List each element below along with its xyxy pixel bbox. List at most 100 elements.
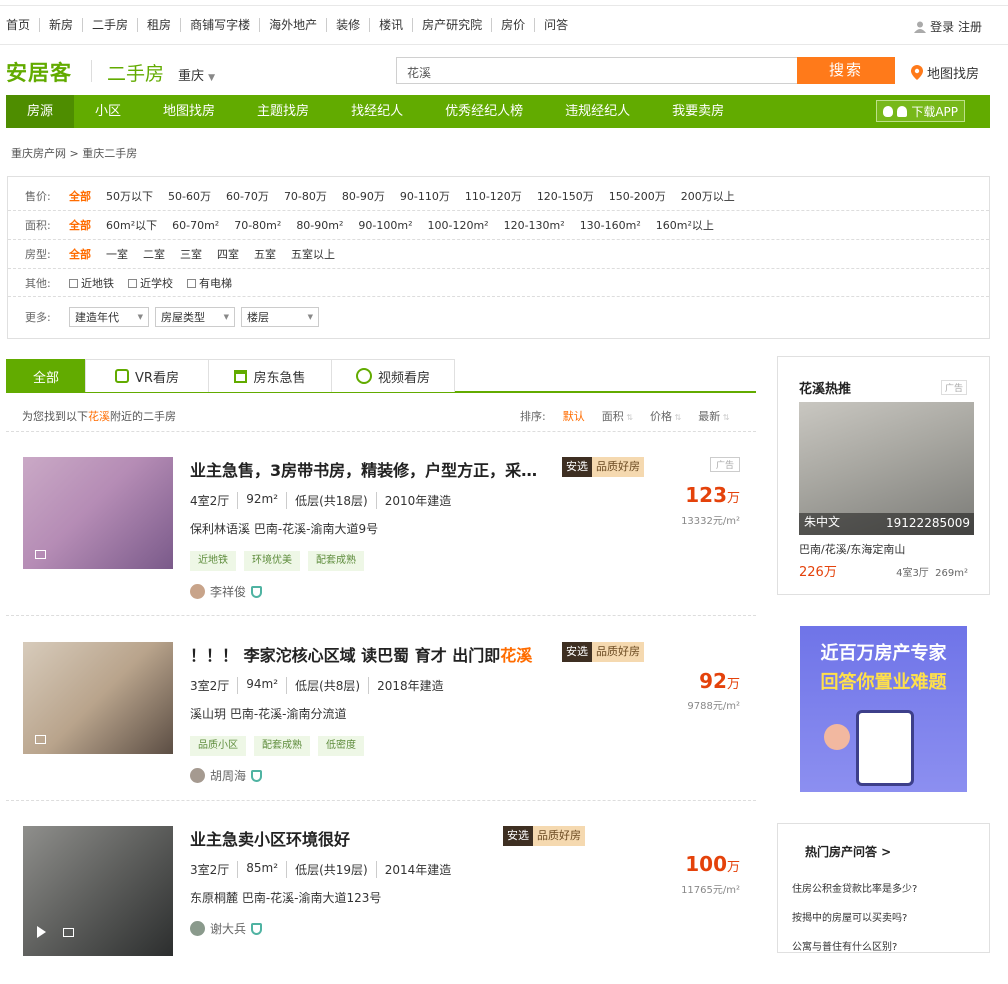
sort-default[interactable]: 默认 xyxy=(563,408,585,424)
tab-all[interactable]: 全部 xyxy=(6,359,86,392)
agent-info[interactable]: 李祥俊 xyxy=(190,583,263,600)
filter-option[interactable]: 150-200万 xyxy=(609,188,666,204)
listing-card[interactable]: ！！！ 李家沱核心区域 读巴蜀 育才 出门即花溪 安选 品质好房 3室2厅 94m… xyxy=(0,630,756,800)
topnav-qa[interactable]: 问答 xyxy=(534,18,577,32)
filter-option[interactable]: 三室 xyxy=(180,246,202,262)
city-selector[interactable]: 重庆 ▼ xyxy=(178,65,215,84)
topnav-research[interactable]: 房产研究院 xyxy=(412,18,491,32)
listing-photo[interactable] xyxy=(23,826,173,956)
topnav-overseas[interactable]: 海外地产 xyxy=(259,18,326,32)
checkbox-box xyxy=(69,278,78,288)
filter-option[interactable]: 80-90m² xyxy=(296,219,343,232)
tab-vr[interactable]: VR看房 xyxy=(85,359,209,392)
topnav-news[interactable]: 楼讯 xyxy=(369,18,412,32)
map-pin-icon xyxy=(911,65,923,80)
filter-option[interactable]: 110-120万 xyxy=(465,188,522,204)
filter-option[interactable]: 四室 xyxy=(217,246,239,262)
nav-agents[interactable]: 找经纪人 xyxy=(330,95,424,128)
filter-option[interactable]: 130-160m² xyxy=(580,219,641,232)
qa-item[interactable]: 住房公积金贷款比率是多少? xyxy=(792,880,917,895)
qa-item[interactable]: 公寓与普住有什么区别? xyxy=(792,938,897,953)
sort-newest[interactable]: 最新 ⇅ xyxy=(698,408,729,424)
topnav-decor[interactable]: 装修 xyxy=(326,18,369,32)
nav-map[interactable]: 地图找房 xyxy=(142,95,236,128)
sort-area[interactable]: 面积 ⇅ xyxy=(602,408,633,424)
search-button[interactable]: 搜索 xyxy=(797,57,895,84)
agent-info[interactable]: 胡周海 xyxy=(190,767,263,784)
filter-option[interactable]: 90-110万 xyxy=(400,188,450,204)
filter-other-label: 其他: xyxy=(25,277,51,290)
filter-option[interactable]: 全部 xyxy=(69,246,91,262)
sort-price[interactable]: 价格 ⇅ xyxy=(650,408,681,424)
search-input[interactable]: 花溪 xyxy=(396,57,798,84)
tab-urgent[interactable]: 房东急售 xyxy=(208,359,332,392)
listing-address[interactable]: 保利林语溪 巴南-花溪-渝南大道9号 xyxy=(190,520,378,537)
nav-themes[interactable]: 主题找房 xyxy=(236,95,330,128)
qa-title[interactable]: 热门房产问答 > xyxy=(805,843,891,860)
checkbox-box xyxy=(128,278,137,288)
hot-address[interactable]: 巴南/花溪/东海定南山 xyxy=(799,541,905,557)
select-house-type[interactable]: 房屋类型 ▼ xyxy=(155,307,235,327)
hot-agent-name: 朱中文 xyxy=(804,515,841,529)
filter-option[interactable]: 70-80m² xyxy=(234,219,281,232)
filter-option[interactable]: 一室 xyxy=(106,246,128,262)
filter-option[interactable]: 二室 xyxy=(143,246,165,262)
breadcrumb[interactable]: 重庆房产网 > 重庆二手房 xyxy=(11,145,137,161)
filter-option[interactable]: 60-70m² xyxy=(172,219,219,232)
filter-option[interactable]: 100-120m² xyxy=(428,219,489,232)
topnav-rent[interactable]: 租房 xyxy=(137,18,180,32)
nav-sell[interactable]: 我要卖房 xyxy=(651,95,745,128)
filter-option[interactable]: 120-150万 xyxy=(537,188,594,204)
site-logo[interactable]: 安居客 xyxy=(6,57,72,87)
filter-option[interactable]: 五室 xyxy=(254,246,276,262)
filter-option[interactable]: 160m²以上 xyxy=(656,217,714,233)
listing-address[interactable]: 溪山玥 巴南-花溪-渝南分流道 xyxy=(190,705,346,722)
listing-card[interactable]: 业主急卖小区环境很好 安选 品质好房 3室2厅 85m² 低层(共19层) 201… xyxy=(0,814,756,984)
listing-photo[interactable] xyxy=(23,457,173,569)
filter-option[interactable]: 50万以下 xyxy=(106,188,153,204)
qa-item[interactable]: 按揭中的房屋可以买卖吗? xyxy=(792,909,907,924)
listing-tabs: 全部 VR看房 房东急售 视频看房 xyxy=(6,359,756,393)
checkbox-school[interactable]: 近学校 xyxy=(128,275,173,291)
filter-option[interactable]: 60m²以下 xyxy=(106,217,157,233)
filter-option[interactable]: 60-70万 xyxy=(226,188,269,204)
filter-option[interactable]: 50-60万 xyxy=(168,188,211,204)
select-floor[interactable]: 楼层 ▼ xyxy=(241,307,319,327)
filter-option[interactable]: 90-100m² xyxy=(358,219,412,232)
nav-violations[interactable]: 违规经纪人 xyxy=(544,95,651,128)
listing-card[interactable]: 业主急售，3房带书房，精装修，户型方正，采光好 安选 品质好房 广告 4室2厅 9… xyxy=(0,445,756,615)
listing-title[interactable]: 业主急卖小区环境很好 xyxy=(190,826,545,850)
topnav-price[interactable]: 房价 xyxy=(491,18,534,32)
hot-photo[interactable]: 朱中文 19122285009 xyxy=(799,402,974,535)
tab-video[interactable]: 视频看房 xyxy=(331,359,455,392)
listing-title[interactable]: 业主急售，3房带书房，精装修，户型方正，采光好 xyxy=(190,457,545,481)
filter-option[interactable]: 120-130m² xyxy=(504,219,565,232)
sort-newest-label: 最新 xyxy=(698,410,721,423)
topnav-home[interactable]: 首页 xyxy=(6,18,39,32)
nav-communities[interactable]: 小区 xyxy=(74,95,142,128)
map-search-link[interactable]: 地图找房 xyxy=(911,63,979,82)
listing-title[interactable]: ！！！ 李家沱核心区域 读巴蜀 育才 出门即花溪 xyxy=(190,642,545,666)
filter-option[interactable]: 全部 xyxy=(69,188,91,204)
nav-top-agents[interactable]: 优秀经纪人榜 xyxy=(424,95,544,128)
checkbox-label: 有电梯 xyxy=(199,277,232,290)
listing-photo[interactable] xyxy=(23,642,173,754)
listing-tags: 近地铁 环境优美 配套成熟 xyxy=(190,551,364,571)
select-build-year[interactable]: 建造年代 ▼ xyxy=(69,307,149,327)
promo-banner[interactable]: 近百万房产专家 回答你置业难题 xyxy=(800,626,967,792)
download-app-button[interactable]: 下载APP xyxy=(876,100,965,122)
filter-option[interactable]: 全部 xyxy=(69,217,91,233)
login-link[interactable]: 登录 注册 xyxy=(914,18,982,35)
checkbox-elevator[interactable]: 有电梯 xyxy=(187,275,232,291)
topnav-resale[interactable]: 二手房 xyxy=(82,18,137,32)
filter-option[interactable]: 80-90万 xyxy=(342,188,385,204)
checkbox-subway[interactable]: 近地铁 xyxy=(69,275,114,291)
agent-info[interactable]: 谢大兵 xyxy=(190,920,263,937)
filter-option[interactable]: 70-80万 xyxy=(284,188,327,204)
listing-address[interactable]: 东原桐麓 巴南-花溪-渝南大道123号 xyxy=(190,889,381,906)
topnav-commercial[interactable]: 商铺写字楼 xyxy=(180,18,259,32)
filter-option[interactable]: 200万以上 xyxy=(681,188,735,204)
filter-option[interactable]: 五室以上 xyxy=(291,246,335,262)
topnav-new-homes[interactable]: 新房 xyxy=(39,18,82,32)
nav-listings[interactable]: 房源 xyxy=(6,95,75,128)
